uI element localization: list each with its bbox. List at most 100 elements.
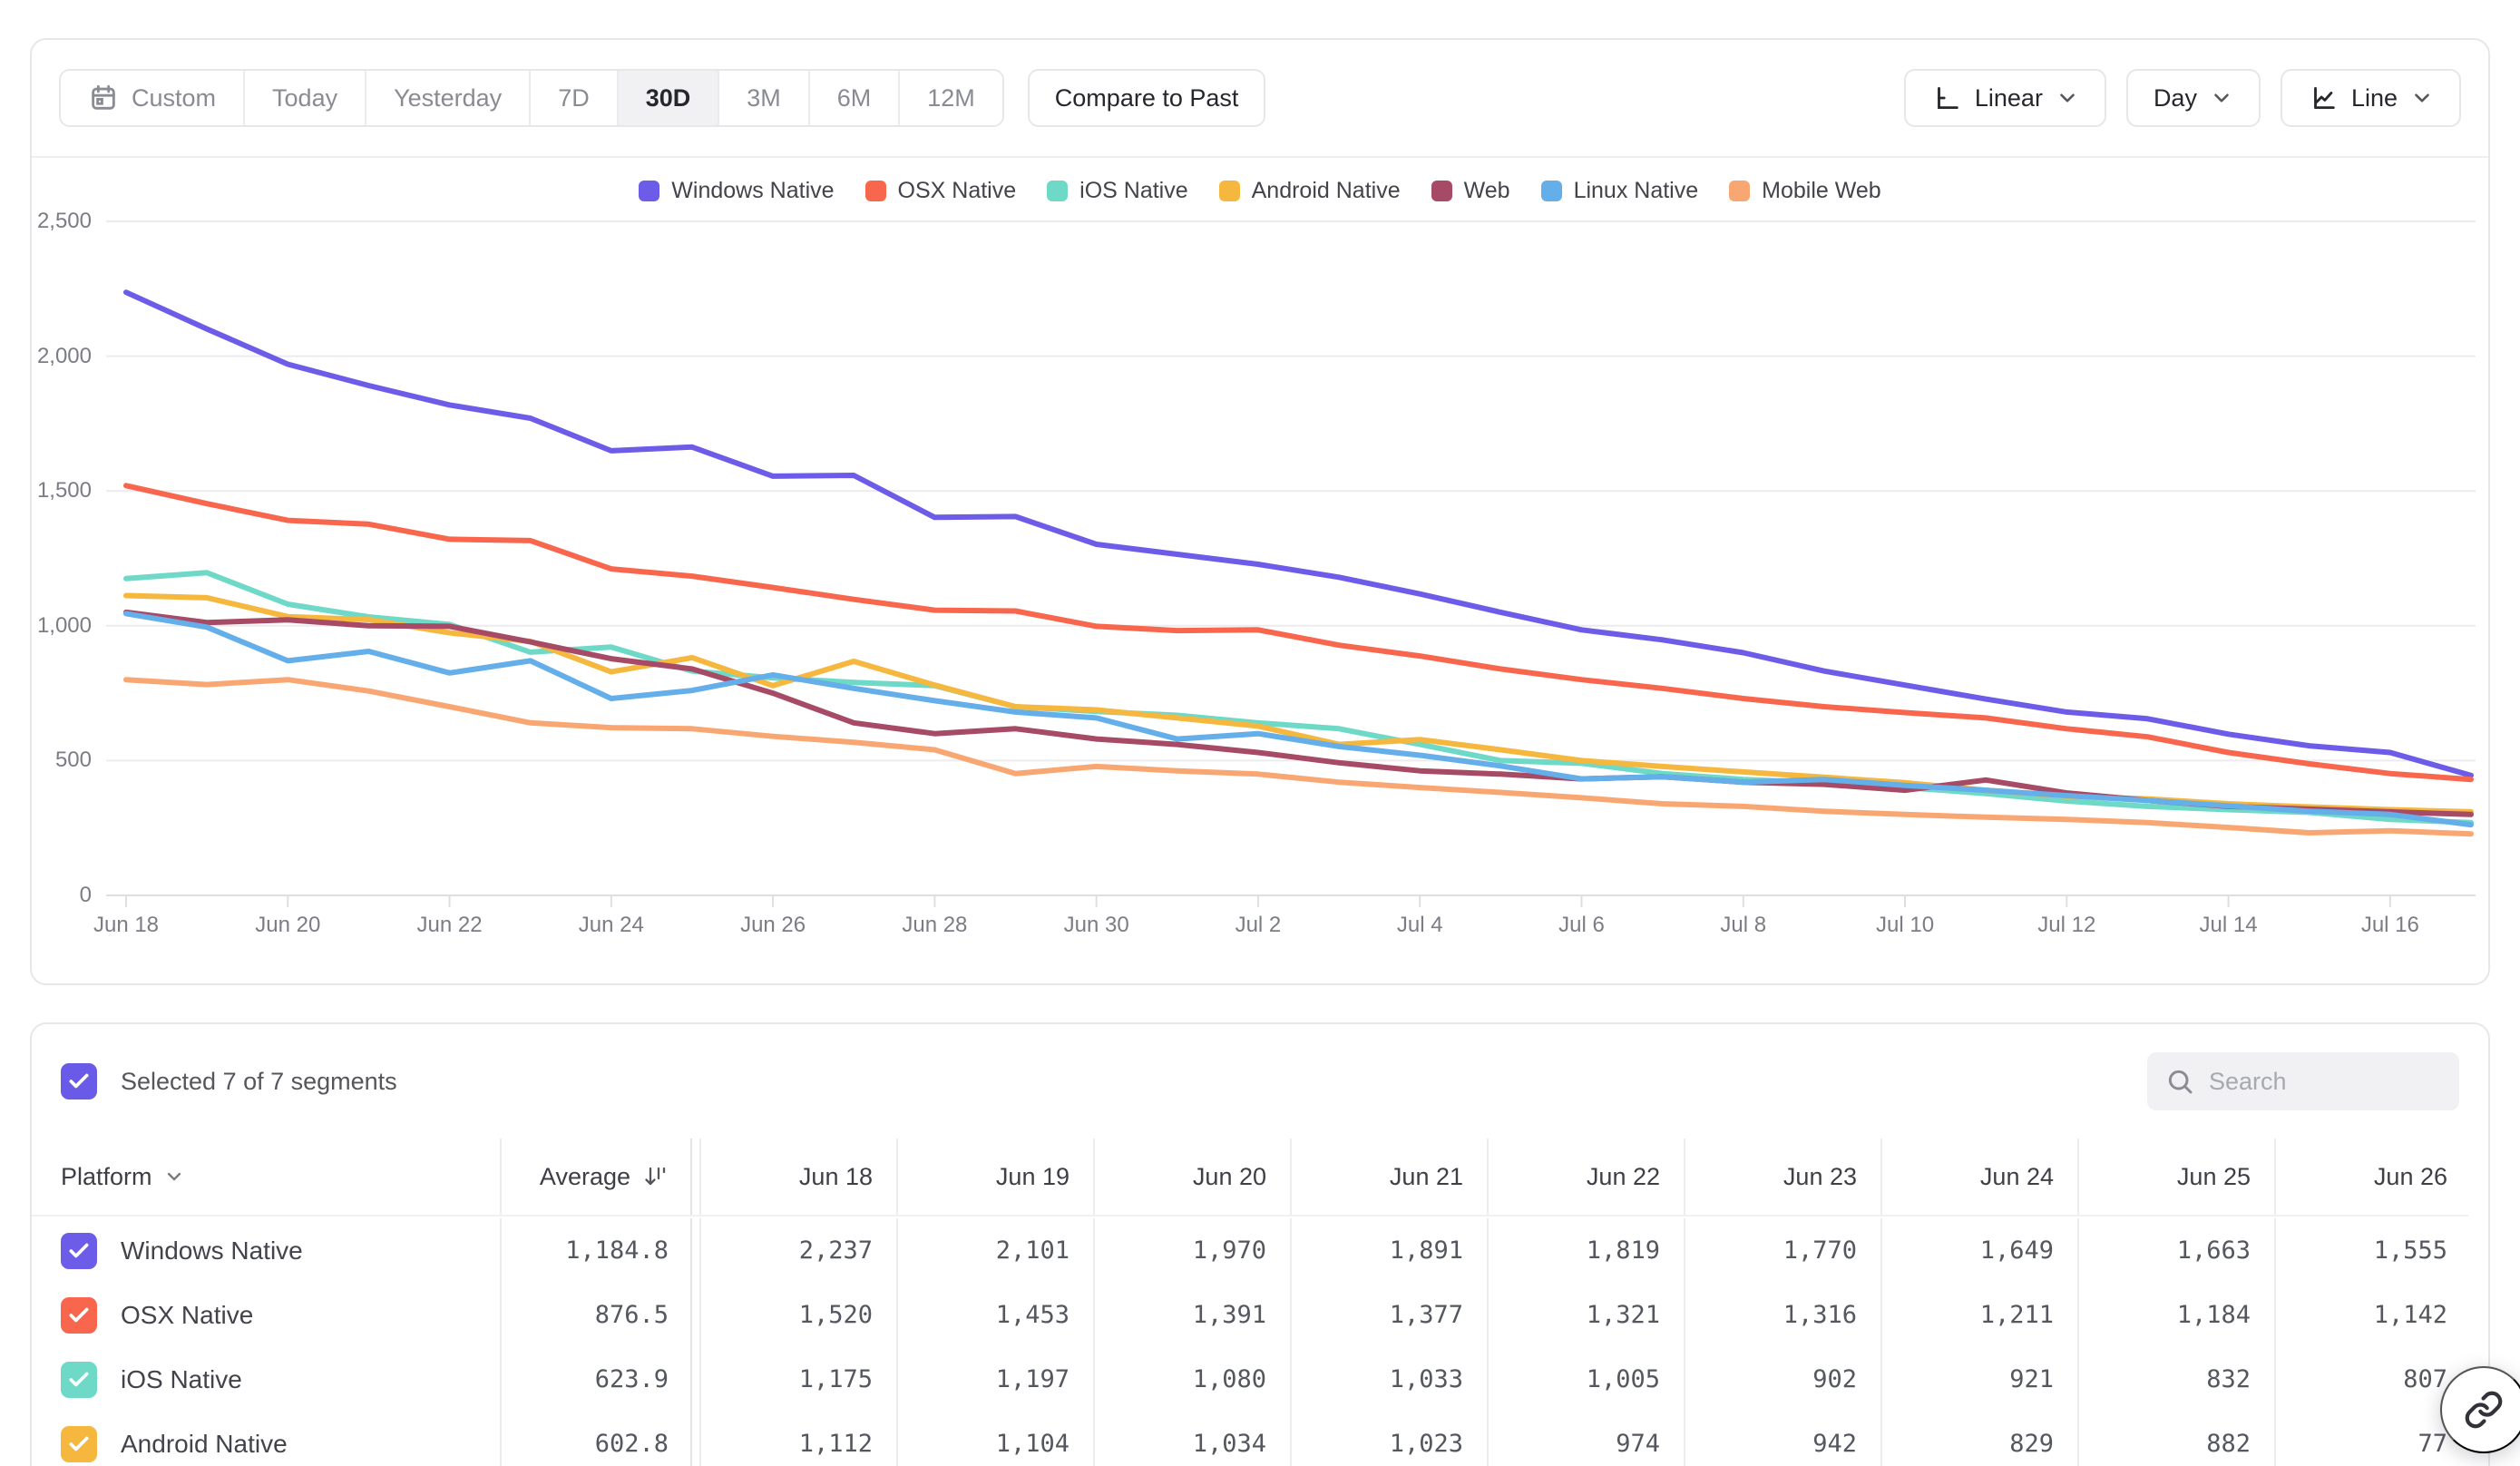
- date-column-header[interactable]: Jun 26: [2274, 1139, 2471, 1215]
- date-column-header[interactable]: Jun 20: [1093, 1139, 1290, 1215]
- legend-item-ios-native[interactable]: iOS Native: [1047, 178, 1187, 204]
- chart-view-controls: Linear Day Line: [1904, 69, 2461, 127]
- row-checkbox[interactable]: [61, 1233, 97, 1269]
- value-cell: 1,023: [1290, 1412, 1487, 1466]
- legend-item-linux-native[interactable]: Linux Native: [1541, 178, 1699, 204]
- interval-dropdown[interactable]: Day: [2126, 69, 2261, 127]
- value-cell: 1,112: [699, 1412, 896, 1466]
- range-button-label: Today: [272, 84, 337, 112]
- platform-name: OSX Native: [121, 1301, 253, 1330]
- chart-type-dropdown[interactable]: Line: [2281, 69, 2461, 127]
- x-axis-label: Jun 20: [215, 913, 360, 938]
- value-cell: 2,237: [699, 1218, 896, 1283]
- table-row: iOS Native623.91,1751,1971,0801,0331,005…: [32, 1347, 2468, 1412]
- x-axis-label: Jul 14: [2156, 913, 2301, 938]
- platform-name: Windows Native: [121, 1236, 303, 1266]
- x-axis-label: Jul 12: [1994, 913, 2139, 938]
- value-cell: 1,080: [1093, 1347, 1290, 1412]
- legend-swatch: [865, 181, 886, 201]
- range-button-30d[interactable]: 30D: [619, 71, 720, 125]
- row-checkbox[interactable]: [61, 1426, 97, 1462]
- x-axis-label: Jul 10: [1832, 913, 1978, 938]
- value-cell: 1,316: [1684, 1283, 1880, 1347]
- table-header-row: Platform Average Jun 18Jun 19Jun 20Jun 2…: [32, 1139, 2468, 1217]
- average-cell: 876.5: [500, 1283, 692, 1347]
- date-column-header[interactable]: Jun 25: [2077, 1139, 2274, 1215]
- range-button-3m[interactable]: 3M: [719, 71, 810, 125]
- legend-label: iOS Native: [1079, 178, 1187, 204]
- range-button-label: 12M: [927, 84, 975, 112]
- range-button-label: 6M: [837, 84, 872, 112]
- value-cell: 1,391: [1093, 1283, 1290, 1347]
- series-line-windows-native[interactable]: [126, 292, 2471, 776]
- chart-type-dropdown-label: Line: [2351, 84, 2398, 112]
- date-column-header[interactable]: Jun 23: [1684, 1139, 1880, 1215]
- link-icon: [2464, 1390, 2504, 1430]
- range-button-6m[interactable]: 6M: [810, 71, 901, 125]
- x-axis-label: Jul 6: [1509, 913, 1654, 938]
- value-cell: 1,104: [896, 1412, 1093, 1466]
- chart-legend: Windows Native OSX Native iOS Native Androi…: [32, 178, 2488, 204]
- value-cell: 1,663: [2077, 1218, 2274, 1283]
- average-column-header[interactable]: Average: [500, 1139, 692, 1215]
- value-cell: 1,197: [896, 1347, 1093, 1412]
- table-row: OSX Native876.51,5201,4531,3911,3771,321…: [32, 1283, 2468, 1347]
- range-button-today[interactable]: Today: [245, 71, 366, 125]
- platform-column-header[interactable]: Platform: [61, 1163, 500, 1191]
- chart-canvas[interactable]: [106, 212, 2476, 911]
- legend-swatch: [1219, 181, 1240, 201]
- legend-item-android-native[interactable]: Android Native: [1219, 178, 1401, 204]
- chart-card: Custom Today Yesterday7D30D3M 6M 12M Compare…: [30, 38, 2490, 985]
- date-column-header[interactable]: Jun 19: [896, 1139, 1093, 1215]
- legend-swatch: [639, 181, 659, 201]
- y-axis-label: 500: [0, 748, 92, 773]
- date-column-header[interactable]: Jun 21: [1290, 1139, 1487, 1215]
- legend-item-osx-native[interactable]: OSX Native: [865, 178, 1017, 204]
- value-cell: 1,453: [896, 1283, 1093, 1347]
- value-cell: 1,891: [1290, 1218, 1487, 1283]
- range-button-12m[interactable]: 12M: [900, 71, 1002, 125]
- value-cell: 2,101: [896, 1218, 1093, 1283]
- average-header-label: Average: [540, 1163, 630, 1191]
- series-line-ios-native[interactable]: [126, 572, 2471, 823]
- range-button-yesterday[interactable]: Yesterday: [366, 71, 531, 125]
- legend-label: Linux Native: [1574, 178, 1699, 204]
- compare-to-past-button[interactable]: Compare to Past: [1028, 69, 1266, 127]
- x-axis-label: Jun 26: [700, 913, 845, 938]
- series-line-linux-native[interactable]: [126, 613, 2471, 825]
- x-axis-label: Jun 18: [54, 913, 199, 938]
- range-button-7d[interactable]: 7D: [531, 71, 619, 125]
- date-column-header[interactable]: Jun 24: [1880, 1139, 2077, 1215]
- legend-label: Windows Native: [671, 178, 834, 204]
- chevron-down-icon: [163, 1166, 185, 1187]
- date-column-header[interactable]: Jun 18: [699, 1139, 896, 1215]
- value-cell: 1,377: [1290, 1283, 1487, 1347]
- x-axis-label: Jun 28: [862, 913, 1007, 938]
- value-cell: 942: [1684, 1412, 1880, 1466]
- chart-toolbar: Custom Today Yesterday7D30D3M 6M 12M Compare…: [32, 40, 2488, 158]
- legend-item-web[interactable]: Web: [1431, 178, 1510, 204]
- x-axis-label: Jun 22: [377, 913, 523, 938]
- search-box: [2147, 1052, 2459, 1110]
- select-all-checkbox[interactable]: [61, 1063, 97, 1100]
- date-column-header[interactable]: Jun 22: [1487, 1139, 1684, 1215]
- search-input[interactable]: [2209, 1068, 2427, 1096]
- legend-item-mobile-web[interactable]: Mobile Web: [1729, 178, 1881, 204]
- scale-dropdown[interactable]: Linear: [1904, 69, 2106, 127]
- legend-item-windows-native[interactable]: Windows Native: [639, 178, 834, 204]
- chevron-down-icon: [2410, 86, 2434, 110]
- platform-name: Android Native: [121, 1430, 288, 1459]
- y-axis-label: 0: [0, 883, 92, 908]
- compare-to-past-label: Compare to Past: [1055, 84, 1239, 112]
- line-chart-icon: [2308, 83, 2339, 113]
- value-cell: 832: [2077, 1347, 2274, 1412]
- row-checkbox[interactable]: [61, 1362, 97, 1398]
- platform-header-label: Platform: [61, 1163, 152, 1191]
- range-button-custom[interactable]: Custom: [61, 71, 245, 125]
- copy-link-fab[interactable]: [2440, 1366, 2520, 1453]
- range-button-label: Custom: [132, 84, 216, 112]
- frozen-column-divider: [692, 1283, 699, 1347]
- x-axis-label: Jul 16: [2318, 913, 2463, 938]
- table-row: Android Native602.81,1121,1041,0341,0239…: [32, 1412, 2468, 1466]
- row-checkbox[interactable]: [61, 1297, 97, 1334]
